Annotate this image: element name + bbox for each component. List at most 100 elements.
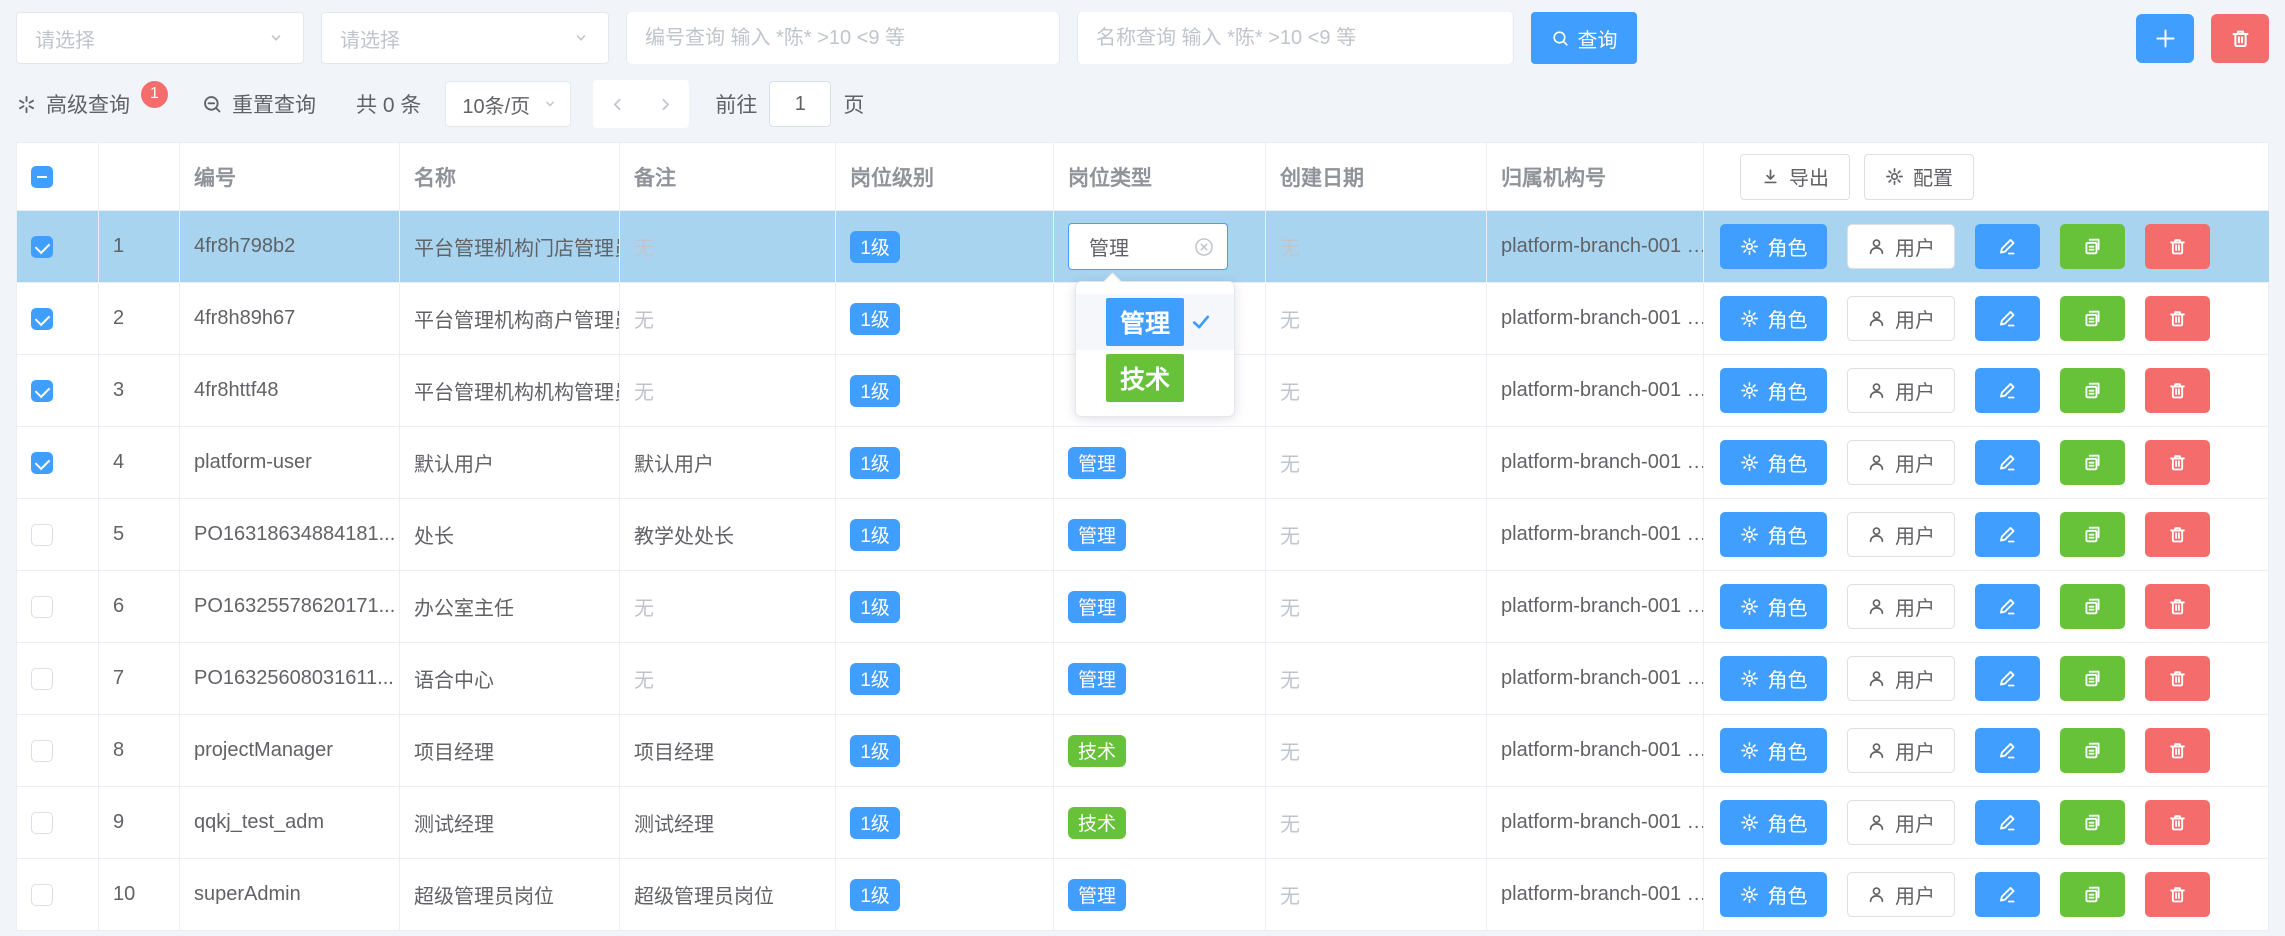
user-button-label: 用户 (1895, 520, 1935, 549)
type-dropdown-panel: 管理技术 (1075, 281, 1235, 417)
row-checkbox[interactable] (31, 812, 53, 834)
user-button[interactable]: 用户 (1847, 800, 1955, 845)
edit-button[interactable] (1975, 368, 2040, 413)
type-badge: 管理 (1068, 519, 1126, 551)
copy-button[interactable] (2060, 368, 2125, 413)
row-checkbox[interactable] (31, 236, 53, 258)
row-level-cell: 1级 (836, 427, 1054, 499)
select-all-checkbox[interactable] (31, 166, 53, 188)
export-button[interactable]: 导出 (1740, 154, 1850, 200)
row-type-select-value: 管理 (1089, 232, 1129, 261)
copy-button[interactable] (2060, 872, 2125, 917)
delete-selected-button[interactable] (2211, 14, 2269, 63)
role-button[interactable]: 角色 (1720, 728, 1827, 773)
role-button[interactable]: 角色 (1720, 872, 1827, 917)
copy-button[interactable] (2060, 584, 2125, 629)
goto-page-input[interactable] (769, 81, 831, 127)
user-button[interactable]: 用户 (1847, 584, 1955, 629)
advanced-search-toggle[interactable]: 高级查询 1 (16, 89, 168, 119)
level-badge: 1级 (850, 231, 900, 263)
row-delete-button[interactable] (2145, 296, 2210, 341)
row-checkbox[interactable] (31, 380, 53, 402)
row-checkbox[interactable] (31, 524, 53, 546)
user-button[interactable]: 用户 (1847, 440, 1955, 485)
row-actions-cell: 角色 用户 (1704, 715, 2269, 787)
search-button[interactable]: 查询 (1531, 12, 1637, 64)
edit-button[interactable] (1975, 872, 2040, 917)
role-button[interactable]: 角色 (1720, 440, 1827, 485)
user-button[interactable]: 用户 (1847, 728, 1955, 773)
next-page-icon[interactable] (656, 95, 675, 114)
user-button[interactable]: 用户 (1847, 368, 1955, 413)
row-actions-cell: 角色 用户 (1704, 643, 2269, 715)
plus-icon (2153, 26, 2178, 51)
header-code: 编号 (180, 143, 400, 211)
edit-button[interactable] (1975, 296, 2040, 341)
prev-page-icon[interactable] (608, 95, 627, 114)
copy-button[interactable] (2060, 296, 2125, 341)
row-delete-button[interactable] (2145, 872, 2210, 917)
user-button[interactable]: 用户 (1847, 512, 1955, 557)
copy-button[interactable] (2060, 656, 2125, 701)
filter-select-1[interactable]: 请选择 (16, 12, 304, 64)
row-name-cell: 语合中心 (400, 643, 620, 715)
row-delete-button[interactable] (2145, 440, 2210, 485)
copy-button[interactable] (2060, 440, 2125, 485)
copy-button[interactable] (2060, 800, 2125, 845)
type-dropdown-option[interactable]: 管理 (1076, 294, 1234, 350)
user-button[interactable]: 用户 (1847, 296, 1955, 341)
role-button-label: 角色 (1768, 304, 1808, 333)
user-button[interactable]: 用户 (1847, 224, 1955, 269)
role-button[interactable]: 角色 (1720, 296, 1827, 341)
config-button[interactable]: 配置 (1864, 154, 1974, 200)
user-button[interactable]: 用户 (1847, 872, 1955, 917)
edit-button[interactable] (1975, 584, 2040, 629)
page-size-select[interactable]: 10条/页 (445, 81, 571, 127)
row-index-cell: 1 (99, 211, 180, 283)
copy-button[interactable] (2060, 224, 2125, 269)
row-delete-button[interactable] (2145, 224, 2210, 269)
type-dropdown-option[interactable]: 技术 (1076, 350, 1234, 406)
type-badge: 管理 (1068, 447, 1126, 479)
user-button[interactable]: 用户 (1847, 656, 1955, 701)
row-checkbox[interactable] (31, 740, 53, 762)
row-delete-button[interactable] (2145, 368, 2210, 413)
check-icon (1190, 311, 1212, 333)
row-checkbox[interactable] (31, 308, 53, 330)
row-checkbox[interactable] (31, 596, 53, 618)
filter-select-2[interactable]: 请选择 (321, 12, 609, 64)
name-search-wrap (1077, 12, 1514, 64)
user-button-label: 用户 (1895, 448, 1935, 477)
edit-button[interactable] (1975, 512, 2040, 557)
role-button[interactable]: 角色 (1720, 800, 1827, 845)
row-delete-button[interactable] (2145, 512, 2210, 557)
role-button[interactable]: 角色 (1720, 224, 1827, 269)
row-checkbox[interactable] (31, 452, 53, 474)
copy-button[interactable] (2060, 728, 2125, 773)
role-button[interactable]: 角色 (1720, 656, 1827, 701)
clear-icon[interactable] (1193, 236, 1215, 258)
person-icon (1867, 381, 1886, 400)
edit-button[interactable] (1975, 656, 2040, 701)
name-search-input[interactable] (1078, 12, 1513, 64)
role-button[interactable]: 角色 (1720, 512, 1827, 557)
edit-button[interactable] (1975, 728, 2040, 773)
add-button[interactable] (2136, 14, 2194, 63)
row-name-cell: 测试经理 (400, 787, 620, 859)
row-delete-button[interactable] (2145, 584, 2210, 629)
reset-search-button[interactable]: 重置查询 (202, 89, 316, 119)
copy-button[interactable] (2060, 512, 2125, 557)
edit-button[interactable] (1975, 800, 2040, 845)
edit-button[interactable] (1975, 224, 2040, 269)
row-delete-button[interactable] (2145, 656, 2210, 701)
row-checkbox[interactable] (31, 884, 53, 906)
row-type-select[interactable]: 管理 (1068, 223, 1228, 270)
row-checkbox[interactable] (31, 668, 53, 690)
row-delete-button[interactable] (2145, 728, 2210, 773)
role-button[interactable]: 角色 (1720, 368, 1827, 413)
role-button[interactable]: 角色 (1720, 584, 1827, 629)
person-icon (1867, 237, 1886, 256)
row-delete-button[interactable] (2145, 800, 2210, 845)
edit-button[interactable] (1975, 440, 2040, 485)
code-search-input[interactable] (627, 12, 1059, 64)
